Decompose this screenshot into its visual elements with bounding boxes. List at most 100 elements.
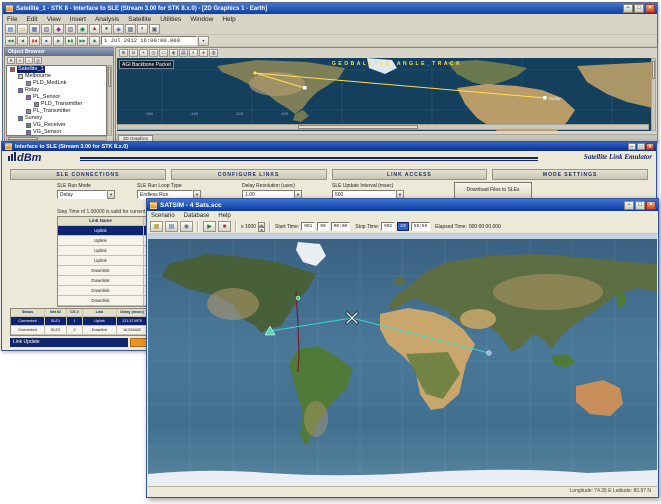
anim-rewind-icon[interactable]: ◀◀ [5,36,16,46]
sle-titlebar[interactable]: Interface to SLE (Stream 3.00 for STK 8.… [2,142,656,151]
dbm-logo: dBm [8,152,41,164]
stop-hour-field[interactable]: 23 [397,222,408,231]
minimize-icon[interactable]: − [624,201,634,210]
new-scenario-icon[interactable]: ▤ [5,24,16,34]
table-row[interactable]: ConnectedSLE11Uplink121.574975 [11,317,148,326]
anim-reset-icon[interactable]: ◉ [89,36,100,46]
day-night-icon[interactable]: ◐ [189,49,198,57]
satsim-map-view[interactable] [148,234,657,488]
browser-filter-icon[interactable]: ▾ [7,57,15,64]
properties-icon[interactable]: ◆ [53,24,64,34]
close-icon[interactable]: × [646,201,656,210]
maximize-icon[interactable]: □ [637,143,645,150]
stop-minsec-field[interactable]: 59:59 [411,222,431,231]
tree-item[interactable]: VG_Receiver [7,122,106,129]
tree-item[interactable]: PL_Transmitter [7,108,106,115]
maximize-icon[interactable]: □ [635,201,645,210]
rate-stepper[interactable]: ▲ ▼ [258,222,265,232]
table-row[interactable]: ConnectedSLE22Downlink16.526452 [11,326,148,335]
satsim-menu-database[interactable]: Database [184,213,210,219]
satellite-icon [18,116,23,121]
stop-icon[interactable]: ■ [218,221,231,232]
browser-collapse-icon[interactable]: − [25,57,33,64]
stk-menu-satellite[interactable]: Satellite [128,16,151,23]
stk-menu-file[interactable]: File [7,16,17,23]
anim-play-icon[interactable]: ▶ [53,36,64,46]
maximize-icon[interactable]: □ [634,4,644,13]
tab-mode-settings[interactable]: MODE SETTINGS [492,169,648,180]
run-icon[interactable]: ● [101,24,112,34]
stk-menu-help[interactable]: Help [222,16,235,23]
tree-item[interactable]: VG_Sensor [7,129,106,136]
close-icon[interactable]: × [645,4,655,13]
stk-menu-view[interactable]: View [47,16,61,23]
projection-icon[interactable]: ◈ [169,49,178,57]
map-horizontal-scrollbar[interactable] [117,124,649,130]
anim-stop-icon[interactable]: ■ [41,36,52,46]
time-options-icon[interactable]: ▼ [198,36,209,46]
tree-item[interactable]: PLD_MedLnk [7,80,106,87]
run-icon[interactable]: ▶ [203,221,216,232]
tree-item[interactable]: PLD_Transmitter [7,101,106,108]
save-scenario-icon[interactable]: ▤ [165,221,178,232]
stk-menu-analysis[interactable]: Analysis [95,16,119,23]
center-icon[interactable]: ◎ [149,49,158,57]
sle-banner: dBm Satellite Link Emulator [2,151,656,167]
start-minsec-field[interactable]: 00:00 [331,222,351,231]
minimize-icon[interactable]: − [623,4,633,13]
half-globe-icon[interactable]: ◐ [137,24,148,34]
grid-icon[interactable]: ▩ [125,24,136,34]
tab-configure-links[interactable]: CONFIGURE LINKS [171,169,327,180]
close-icon[interactable]: × [646,143,654,150]
anim-forward-icon[interactable]: ▶▶ [77,36,88,46]
tree-item[interactable]: Survey [7,115,106,122]
start-day-field[interactable]: 001 [301,222,315,231]
animation-time-field[interactable]: 1 Jul 2012 16:00:00.000 [101,36,197,45]
satsim-titlebar[interactable]: SATSIM - 4 Sats.scc − □ × [147,199,658,211]
tree-vertical-scrollbar[interactable] [107,65,112,136]
satsim-menu-scenario[interactable]: Scenario [151,213,175,219]
snapshot-icon[interactable]: ◉ [180,221,193,232]
tab-link-access[interactable]: LINK ACCESS [332,169,488,180]
tab-sle-connections[interactable]: SLE CONNECTIONS [10,169,166,180]
globe-icon[interactable]: ◉ [77,24,88,34]
copy-icon[interactable]: ▨ [65,24,76,34]
pan-icon[interactable]: + [139,49,148,57]
details-icon[interactable]: ▤ [179,49,188,57]
region-zoom-icon[interactable]: ▭ [159,49,168,57]
sensor-icon [26,95,31,100]
anim-step-back-icon[interactable]: ◀ [17,36,28,46]
stk-window: Satellite_1 - STK 8 - Interface to SLE (… [2,2,658,143]
stk-menu-utilities[interactable]: Utilities [160,16,181,23]
insert-object-icon[interactable]: ▲ [89,24,100,34]
open-scenario-icon[interactable]: ▭ [17,24,28,34]
browser-expand-icon[interactable]: + [16,57,24,64]
globe-view-icon[interactable]: ◍ [209,49,218,57]
report-icon[interactable]: ▧ [41,24,52,34]
record-icon[interactable]: ● [199,49,208,57]
tree-item[interactable]: Relay [7,87,106,94]
zoom-in-icon[interactable]: ⊕ [119,49,128,57]
stop-day-field[interactable]: 002 [381,222,395,231]
tree-item[interactable]: Satellite_1 [7,66,106,73]
open-scenario-icon[interactable]: ▦ [150,221,163,232]
tree-item[interactable]: Melbourne [7,73,106,80]
stk-menu-window[interactable]: Window [190,16,213,23]
start-hour-field[interactable]: 00 [317,222,328,231]
stk-menu-edit[interactable]: Edit [26,16,37,23]
map-2d-view[interactable]: AGI Backbone Packet GEOBALSTAR_ANGLE_TRA… [117,58,653,131]
zoom-out-icon[interactable]: ⊖ [129,49,138,57]
window-icon[interactable]: ▣ [149,24,160,34]
browser-find-icon[interactable]: ◎ [34,57,42,64]
tree-item[interactable]: PL_Sensor [7,94,106,101]
satsim-menu-help[interactable]: Help [218,213,230,219]
anim-step-icon[interactable]: ▶▮ [65,36,76,46]
stk-menu-insert[interactable]: Insert [70,16,86,23]
run-mode-select[interactable]: Delay▼ [57,190,115,199]
map-vertical-scrollbar[interactable] [651,58,656,131]
anim-pause-icon[interactable]: ▮◀ [29,36,40,46]
minimize-icon[interactable]: − [628,143,636,150]
stk-titlebar[interactable]: Satellite_1 - STK 8 - Interface to SLE (… [3,3,657,14]
save-icon[interactable]: ▦ [29,24,40,34]
tools-icon[interactable]: ◈ [113,24,124,34]
